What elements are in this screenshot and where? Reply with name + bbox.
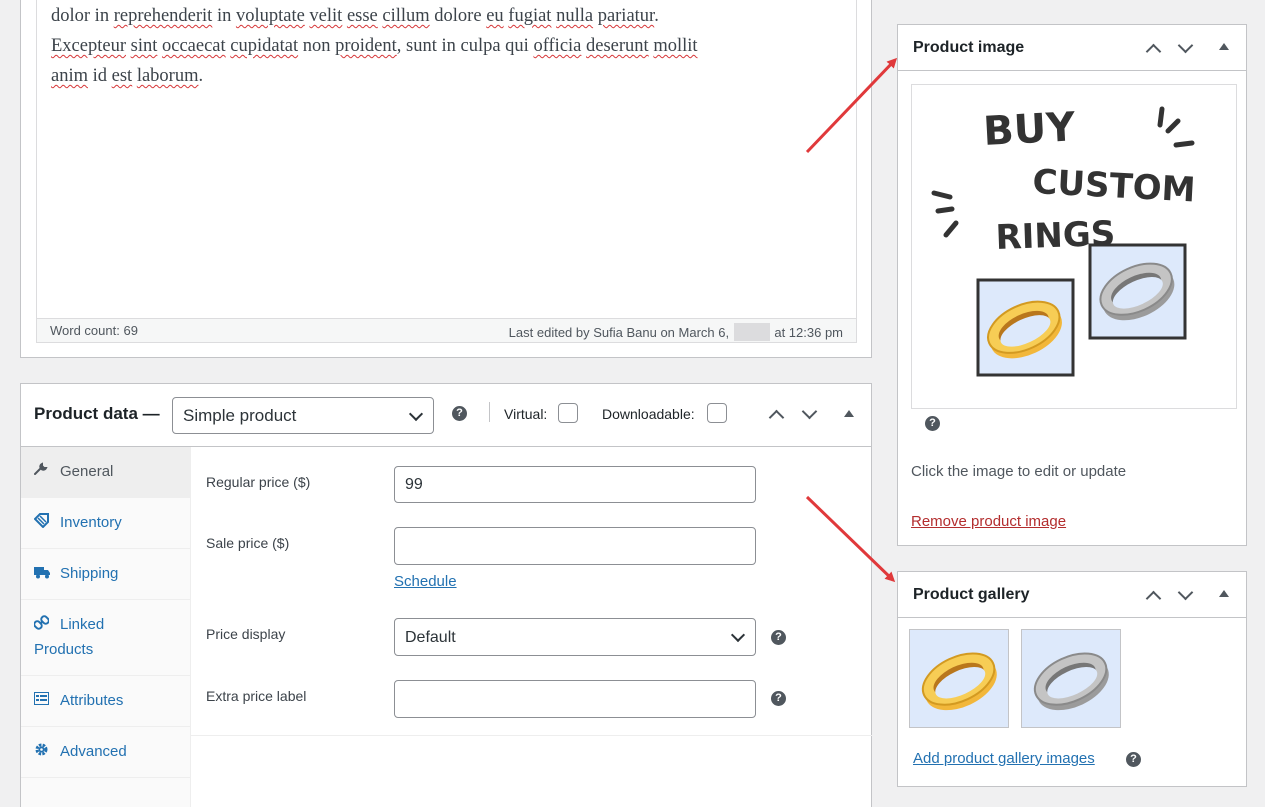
move-up-icon[interactable] <box>1145 43 1162 60</box>
virtual-label: Virtual: <box>504 406 548 422</box>
redacted-year <box>733 323 770 341</box>
tab-inventory-label: Inventory <box>60 514 122 531</box>
help-icon[interactable]: ? <box>771 630 786 645</box>
tag-icon <box>33 513 50 531</box>
product-image-thumbnail[interactable]: BUY CUSTOM RINGS <box>911 84 1237 409</box>
move-down-icon[interactable] <box>801 403 818 420</box>
link-icon <box>33 615 50 633</box>
remove-product-image-link[interactable]: Remove product image <box>911 513 1066 530</box>
add-gallery-images-link[interactable]: Add product gallery images <box>913 750 1095 767</box>
product-data-tabs: General Inventory Shipping Linked Produc… <box>21 447 191 807</box>
editor-status-bar: Word count: 69 Last edited by Sufia Banu… <box>37 318 856 342</box>
help-icon[interactable]: ? <box>452 406 467 421</box>
editor-line-3: anim id est laborum. <box>51 66 204 86</box>
help-icon[interactable]: ? <box>771 691 786 706</box>
sale-price-input[interactable] <box>394 527 756 565</box>
move-up-icon[interactable] <box>768 409 785 426</box>
image-text-buy: BUY <box>982 104 1077 155</box>
divider <box>489 402 490 422</box>
product-gallery-title: Product gallery <box>913 586 1030 603</box>
product-gallery-panel: Product gallery Add product gallery imag… <box>897 571 1247 787</box>
tab-shipping[interactable]: Shipping <box>21 549 190 600</box>
editor-line-2: Excepteur sint occaecat cupidatat non pr… <box>51 36 698 56</box>
accent-marks-left <box>931 190 959 238</box>
regular-price-label: Regular price ($) <box>206 474 311 490</box>
last-edited: Last edited by Sufia Banu on March 6, at… <box>509 323 843 341</box>
product-gallery-header: Product gallery <box>898 572 1246 618</box>
product-image-header: Product image <box>898 25 1246 71</box>
truck-icon <box>34 566 50 582</box>
gear-icon <box>34 742 50 760</box>
tab-general[interactable]: General <box>21 447 190 498</box>
regular-price-input[interactable]: 99 <box>394 466 756 503</box>
last-edited-suffix: at 12:36 pm <box>774 325 843 340</box>
product-data-title: Product data — <box>34 404 160 423</box>
schedule-link[interactable]: Schedule <box>394 573 457 590</box>
collapse-toggle-icon[interactable] <box>844 410 854 417</box>
help-icon[interactable]: ? <box>925 416 940 431</box>
tab-inventory[interactable]: Inventory <box>21 498 190 549</box>
product-image-artwork: BUY CUSTOM RINGS <box>931 104 1197 377</box>
product-type-value: Simple product <box>183 406 297 425</box>
editor-frame[interactable]: dolor in reprehenderit in voluptate veli… <box>36 0 857 343</box>
tab-advanced[interactable]: Advanced <box>21 727 190 778</box>
tab-attributes[interactable]: Attributes <box>21 676 190 727</box>
downloadable-label: Downloadable: <box>602 406 695 422</box>
move-up-icon[interactable] <box>1145 590 1162 607</box>
collapse-toggle-icon[interactable] <box>1219 590 1229 597</box>
tab-attributes-label: Attributes <box>60 692 124 709</box>
editor-body-text[interactable]: dolor in reprehenderit in voluptate veli… <box>51 1 846 91</box>
price-display-label: Price display <box>206 626 286 642</box>
tab-shipping-label: Shipping <box>60 565 119 582</box>
tab-general-label: General <box>60 463 114 480</box>
word-count: Word count: 69 <box>50 323 138 338</box>
product-data-header: Product data — Simple product ? Virtual:… <box>21 384 871 447</box>
chevron-down-icon <box>408 406 424 422</box>
gold-ring-image <box>921 652 997 711</box>
content-editor-panel: dolor in reprehenderit in voluptate veli… <box>20 0 872 358</box>
list-icon <box>34 692 50 708</box>
tab-linked-products[interactable]: Linked Products <box>21 600 190 676</box>
gallery-thumb-silver-ring[interactable] <box>1021 629 1121 728</box>
chevron-down-icon <box>730 627 746 643</box>
price-display-select[interactable]: Default <box>394 618 756 656</box>
price-display-value: Default <box>405 629 456 646</box>
extra-price-input[interactable] <box>394 680 756 718</box>
virtual-checkbox[interactable] <box>558 403 578 423</box>
wrench-icon <box>34 462 50 479</box>
editor-line-1: dolor in reprehenderit in voluptate veli… <box>51 6 659 26</box>
silver-ring-image <box>1033 652 1109 711</box>
product-image-panel: Product image BUY CUSTOM RINGS ? Click t… <box>897 24 1247 546</box>
extra-price-label: Extra price label <box>206 688 307 704</box>
last-edited-prefix: Last edited by Sufia Banu on March 6, <box>508 325 730 340</box>
product-type-select[interactable]: Simple product <box>172 397 434 434</box>
tab-linked-label: Linked <box>60 616 105 633</box>
gallery-thumb-gold-ring[interactable] <box>909 629 1009 728</box>
product-image-title: Product image <box>913 39 1025 56</box>
accent-marks-right <box>1157 106 1195 148</box>
help-icon[interactable]: ? <box>1126 752 1141 767</box>
product-data-panel: Product data — Simple product ? Virtual:… <box>20 383 872 807</box>
tab-advanced-label: Advanced <box>60 743 127 760</box>
tab-linked-label-2: Products <box>34 641 94 658</box>
collapse-toggle-icon[interactable] <box>1219 43 1229 50</box>
edit-image-hint: Click the image to edit or update <box>911 463 1127 480</box>
image-text-custom: CUSTOM <box>1032 162 1197 210</box>
regular-price-value: 99 <box>405 476 423 493</box>
downloadable-checkbox[interactable] <box>707 403 727 423</box>
sale-price-label: Sale price ($) <box>206 535 290 551</box>
panel-divider <box>191 735 872 736</box>
move-down-icon[interactable] <box>1177 37 1194 54</box>
move-down-icon[interactable] <box>1177 584 1194 601</box>
